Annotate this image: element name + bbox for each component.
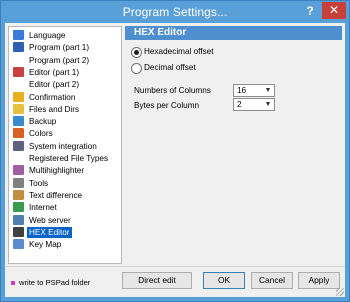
footer-divider — [5, 266, 345, 267]
chevron-down-icon[interactable]: ▼ — [263, 100, 273, 109]
columns-label: Numbers of Columns — [134, 86, 211, 95]
sidebar-item-label: System integration — [29, 141, 97, 151]
close-button[interactable]: ✕ — [322, 2, 346, 19]
dialog-client-area: Language Program (part 1) Program (part 2)… — [5, 23, 345, 297]
sidebar-item-label: Internet — [29, 203, 57, 213]
sidebar-item-label: Web server — [29, 215, 71, 225]
sidebar-item-label: Text difference — [29, 190, 83, 200]
direct-edit-button[interactable]: Direct edit — [122, 272, 192, 289]
sidebar-item-label: Tools — [29, 178, 49, 188]
columns-select[interactable]: 16 ▼ — [233, 84, 275, 97]
columns-value: 16 — [237, 86, 247, 95]
write-to-folder-label[interactable]: write to PSPad folder — [19, 278, 90, 287]
page-title: HEX Editor — [134, 27, 187, 38]
sidebar-item-label: Editor (part 2) — [29, 80, 80, 90]
program-icon — [13, 42, 24, 53]
sidebar-item-label: Program (part 1) — [29, 43, 90, 53]
hex-editor-icon — [13, 226, 24, 237]
chevron-down-icon[interactable]: ▼ — [263, 86, 273, 95]
window-title: Program Settings... — [122, 5, 228, 19]
system-icon — [13, 140, 24, 151]
sidebar-item-label: Editor (part 1) — [29, 67, 80, 77]
decimal-offset-radio[interactable] — [131, 63, 142, 74]
settings-category-list[interactable]: Language Program (part 1) Program (part 2)… — [8, 26, 122, 264]
ok-button[interactable]: OK — [203, 272, 245, 289]
sidebar-item-label: HEX Editor — [27, 226, 72, 238]
cancel-button[interactable]: Cancel — [251, 272, 293, 289]
hexadecimal-offset-radio[interactable] — [131, 47, 142, 58]
sidebar-item-label: Backup — [29, 117, 57, 127]
confirmation-icon — [13, 91, 24, 102]
bytes-per-column-value: 2 — [237, 100, 242, 109]
highlighter-icon — [13, 165, 24, 176]
web-server-icon — [13, 214, 24, 225]
resize-grip[interactable] — [336, 288, 344, 296]
sidebar-item-label: Colors — [29, 129, 53, 139]
bytes-per-column-label: Bytes per Column — [134, 101, 200, 110]
write-to-folder-checkbox[interactable] — [11, 281, 15, 285]
hexadecimal-offset-label[interactable]: Hexadecimal offset — [144, 47, 213, 56]
folder-icon — [13, 103, 24, 114]
sidebar-item-label: Program (part 2) — [29, 55, 90, 65]
flag-icon — [13, 30, 24, 40]
sidebar-item-label: Registered File Types — [29, 154, 109, 163]
help-button[interactable]: ? — [303, 4, 317, 18]
page-header: HEX Editor — [125, 26, 342, 40]
sidebar-item-label: Multihighlighter — [29, 166, 85, 176]
globe-icon — [13, 202, 24, 213]
title-bar: Program Settings... ? ✕ — [1, 1, 349, 23]
sidebar-item-label: Files and Dirs — [29, 104, 80, 114]
editor-icon — [13, 66, 24, 77]
key-map-icon — [13, 239, 24, 250]
decimal-offset-label[interactable]: Decimal offset — [144, 63, 196, 72]
text-diff-icon — [13, 189, 24, 200]
backup-icon — [13, 116, 24, 127]
sidebar-item-label: Key Map — [29, 240, 62, 250]
sidebar-item-label: Confirmation — [29, 92, 76, 102]
bytes-per-column-select[interactable]: 2 ▼ — [233, 98, 275, 111]
settings-window: Program Settings... ? ✕ Language Program … — [0, 0, 350, 302]
tools-icon — [13, 177, 24, 188]
sidebar-item-label: Language — [29, 31, 66, 40]
palette-icon — [13, 128, 24, 139]
apply-button[interactable]: Apply — [298, 272, 340, 289]
